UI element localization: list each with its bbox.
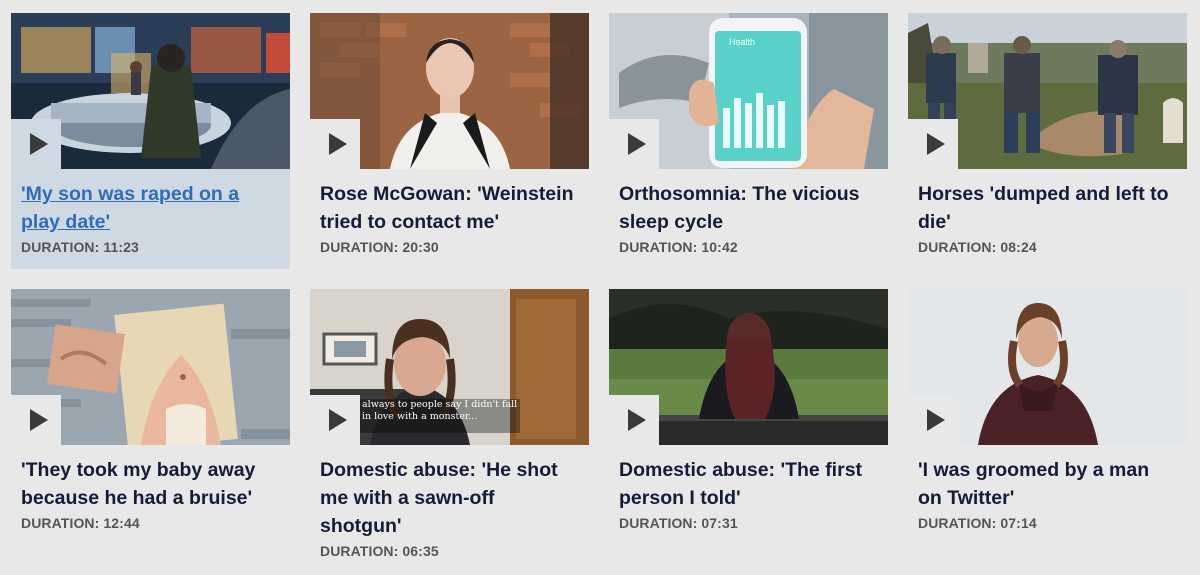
video-title-link[interactable]: Orthosomnia: The vicious sleep cycle — [619, 179, 878, 236]
play-icon — [927, 409, 945, 431]
video-card[interactable]: Horses 'dumped and left to die' DURATION… — [908, 13, 1187, 269]
video-card[interactable]: 'They took my baby away because he had a… — [11, 289, 290, 575]
video-card[interactable]: 'I was groomed by a man on Twitter' DURA… — [908, 289, 1187, 575]
video-thumbnail[interactable] — [11, 289, 290, 445]
video-thumbnail[interactable] — [908, 289, 1187, 445]
play-button[interactable] — [310, 119, 360, 169]
video-title-link[interactable]: Domestic abuse: 'He shot me with a sawn-… — [320, 455, 579, 540]
video-card[interactable]: 'My son was raped on a play date' DURATI… — [11, 13, 290, 269]
video-thumbnail[interactable] — [310, 13, 589, 169]
video-duration: DURATION: 20:30 — [320, 239, 439, 255]
video-title-link[interactable]: Rose McGowan: 'Weinstein tried to contac… — [320, 179, 579, 236]
video-subtitle: always to people say I didn't fall in lo… — [362, 399, 518, 422]
video-title-link[interactable]: Horses 'dumped and left to die' — [918, 179, 1177, 236]
video-thumbnail[interactable] — [11, 13, 290, 169]
play-button[interactable] — [11, 395, 61, 445]
play-button[interactable] — [11, 119, 61, 169]
play-icon — [30, 409, 48, 431]
phone-app-label: Health — [729, 37, 755, 47]
play-button[interactable] — [908, 119, 958, 169]
play-button[interactable] — [908, 395, 958, 445]
video-title-link[interactable]: 'My son was raped on a play date' — [21, 179, 280, 236]
play-icon — [329, 409, 347, 431]
video-duration: DURATION: 12:44 — [21, 515, 140, 531]
video-thumbnail[interactable]: always to people say I didn't fall in lo… — [310, 289, 589, 445]
video-duration: DURATION: 06:35 — [320, 543, 439, 559]
video-card[interactable]: Health Orthosomnia: The vicious sleep cy… — [609, 13, 888, 269]
video-card[interactable]: always to people say I didn't fall in lo… — [310, 289, 589, 575]
video-title-link[interactable]: Domestic abuse: 'The first person I told… — [619, 455, 878, 512]
play-button[interactable] — [609, 119, 659, 169]
play-button[interactable] — [310, 395, 360, 445]
video-duration: DURATION: 08:24 — [918, 239, 1037, 255]
play-icon — [30, 133, 48, 155]
video-title-link[interactable]: 'They took my baby away because he had a… — [21, 455, 280, 512]
play-icon — [329, 133, 347, 155]
play-icon — [628, 409, 646, 431]
video-title-link[interactable]: 'I was groomed by a man on Twitter' — [918, 455, 1177, 512]
video-duration: DURATION: 07:14 — [918, 515, 1037, 531]
video-thumbnail[interactable]: Health — [609, 13, 888, 169]
video-grid: 'My son was raped on a play date' DURATI… — [11, 13, 1189, 575]
video-duration: DURATION: 11:23 — [21, 239, 139, 255]
play-icon — [927, 133, 945, 155]
video-card[interactable]: Rose McGowan: 'Weinstein tried to contac… — [310, 13, 589, 269]
play-icon — [628, 133, 646, 155]
video-duration: DURATION: 07:31 — [619, 515, 738, 531]
video-duration: DURATION: 10:42 — [619, 239, 738, 255]
play-button[interactable] — [609, 395, 659, 445]
video-thumbnail[interactable] — [609, 289, 888, 445]
video-card[interactable]: Domestic abuse: 'The first person I told… — [609, 289, 888, 575]
video-thumbnail[interactable] — [908, 13, 1187, 169]
